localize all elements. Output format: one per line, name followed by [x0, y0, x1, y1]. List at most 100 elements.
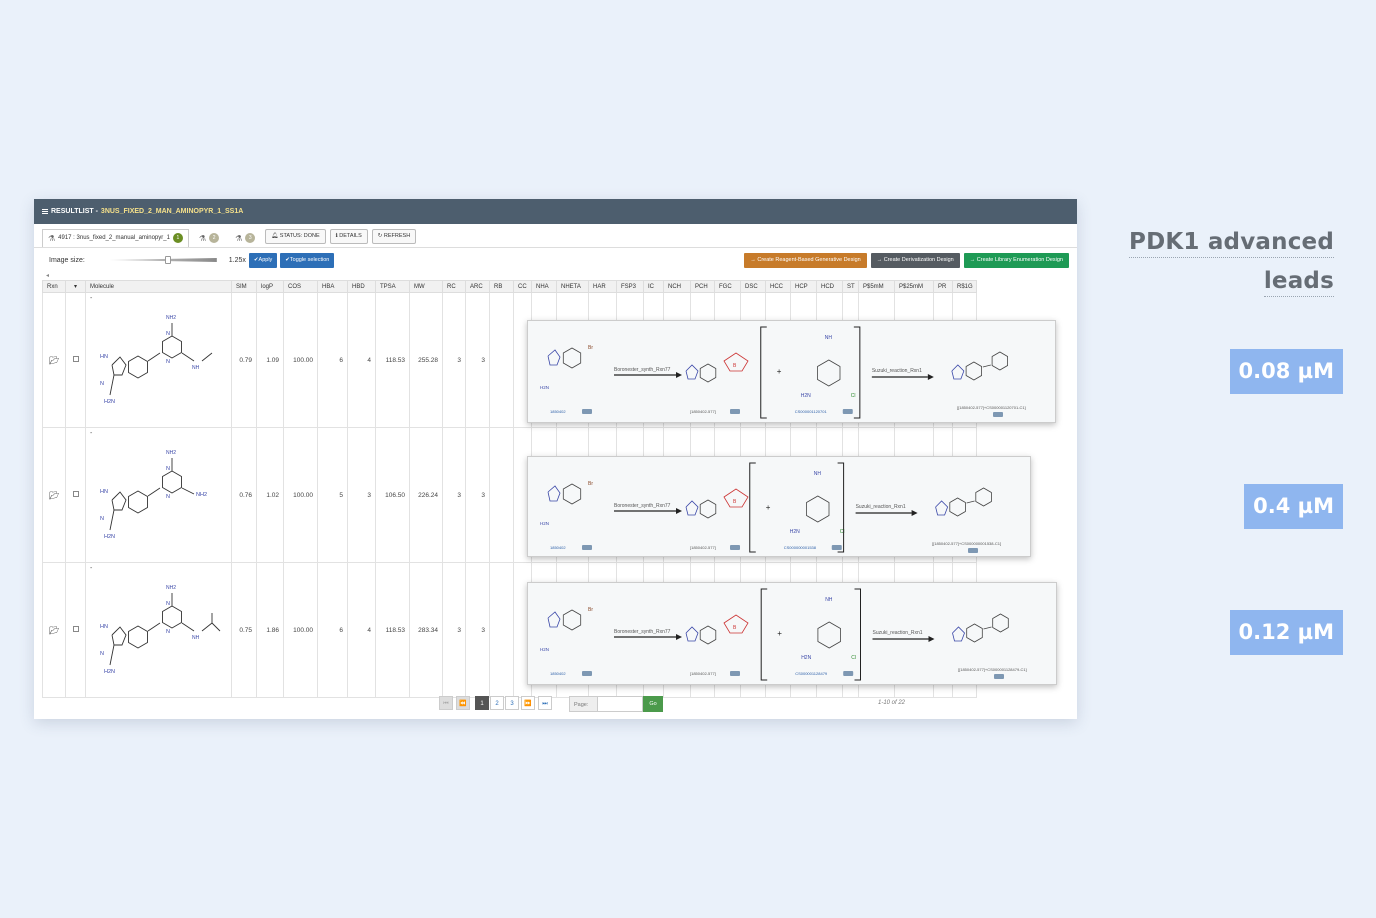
page-2[interactable]: 2: [490, 696, 504, 710]
column-header[interactable]: DSC: [740, 280, 766, 293]
slider-thumb[interactable]: [164, 256, 171, 264]
column-header[interactable]: ARC: [465, 280, 490, 293]
cell-hbd: 4: [347, 562, 376, 698]
cell-tpsa: 118.53: [375, 562, 410, 698]
molecule-drawing: HN N H2N N N NH2 NH: [100, 585, 221, 675]
create-library-design-button[interactable]: → Create Library Enumeration Design: [963, 252, 1069, 268]
structure-tag-icon[interactable]: [994, 674, 1004, 679]
create-reagent-design-button[interactable]: → Create Reagent-Based Generative Design: [744, 252, 867, 268]
refresh-button[interactable]: ↻ REFRESH: [371, 228, 417, 244]
atom-label: NH2: [166, 315, 176, 321]
column-header[interactable]: PCH: [690, 280, 715, 293]
details-button[interactable]: ℹ DETAILS: [329, 228, 368, 244]
structure-tag-icon[interactable]: [582, 545, 592, 550]
structure-tag-icon[interactable]: [582, 671, 592, 676]
column-header[interactable]: PR: [933, 280, 953, 293]
column-header[interactable]: RB: [489, 280, 514, 293]
tab-result-3[interactable]: ⚗ 3: [229, 228, 262, 247]
column-header[interactable]: P$25mM: [894, 280, 934, 293]
cell-sim: 0.79: [231, 292, 257, 428]
page-1[interactable]: 1: [475, 696, 489, 710]
details-label: DETAILS: [339, 233, 362, 239]
structure-tag-icon[interactable]: [831, 545, 842, 550]
apply-button[interactable]: ✔ Apply: [248, 252, 278, 268]
last-page-icon[interactable]: ⏭: [538, 696, 552, 710]
image-size-slider[interactable]: [108, 256, 217, 264]
column-header[interactable]: NCH: [663, 280, 691, 293]
select-all-dropdown-icon[interactable]: ▾: [65, 280, 86, 293]
go-button[interactable]: Go: [643, 696, 663, 712]
column-header[interactable]: HBA: [317, 280, 348, 293]
column-header[interactable]: R$1G: [952, 280, 977, 293]
column-header[interactable]: IC: [643, 280, 664, 293]
reaction-scheme-popup: Br H2N Boronester_synth_Rxn77 B + NH H2N Cl Suzu…: [527, 320, 1056, 423]
column-header[interactable]: NHA: [531, 280, 557, 293]
column-header[interactable]: FSP3: [616, 280, 644, 293]
folder-open-icon[interactable]: 📂︎: [49, 491, 59, 500]
column-header[interactable]: TPSA: [375, 280, 410, 293]
tab-result-2[interactable]: ⚗ 2: [192, 228, 226, 247]
tab-active-result[interactable]: ⚗ 4917 : 3nus_fixed_2_manual_aminopyr_1 …: [42, 228, 189, 247]
atom-label: HN: [100, 354, 108, 360]
folder-open-icon[interactable]: 📂︎: [49, 626, 59, 635]
toggle-selection-button[interactable]: ✔ Toggle selection: [280, 252, 335, 268]
panel-header: RESULTLIST - 3NUS_FIXED_2_MAN_AMINOPYR_1…: [34, 199, 1077, 224]
column-header[interactable]: Rxn: [42, 280, 66, 293]
cell-empty: [489, 292, 514, 428]
column-header[interactable]: P$5mM: [858, 280, 895, 293]
column-header[interactable]: HCC: [765, 280, 791, 293]
structure-tag-icon[interactable]: [582, 409, 592, 414]
column-header[interactable]: MW: [409, 280, 443, 293]
column-header[interactable]: SIM: [231, 280, 257, 293]
column-header[interactable]: FGC: [714, 280, 741, 293]
next-page-icon[interactable]: ⏩: [521, 696, 535, 710]
molecule-drawing: HN N H2N N N NH2 NH2: [100, 450, 207, 540]
structure-tag-icon[interactable]: [843, 671, 854, 676]
column-header[interactable]: HBD: [347, 280, 376, 293]
status-button[interactable]: 🔔︎ STATUS: DONE: [265, 228, 326, 244]
image-size-label: Image size:: [49, 256, 85, 264]
row-checkbox[interactable]: [72, 626, 79, 632]
prev-page-icon[interactable]: ⏪: [456, 696, 470, 710]
structure-tag-icon[interactable]: [730, 545, 740, 550]
atom-label: Boronester_synth_Rxn77: [614, 629, 671, 635]
column-header[interactable]: NHETA: [556, 280, 589, 293]
column-header[interactable]: HAR: [588, 280, 617, 293]
column-header[interactable]: logP: [256, 280, 284, 293]
column-header[interactable]: HCD: [816, 280, 843, 293]
atom-label: Br: [588, 345, 593, 351]
list-icon: [42, 209, 48, 214]
cell-cos: 100.00: [283, 562, 318, 698]
folder-open-icon[interactable]: 📂︎: [49, 356, 59, 365]
structure-tag-icon[interactable]: [730, 671, 740, 676]
atom-label: HN: [100, 489, 108, 495]
row-checkbox[interactable]: [72, 356, 79, 362]
row-checkbox[interactable]: [72, 491, 79, 497]
scroll-left-icon[interactable]: ◂: [34, 272, 1077, 280]
column-header[interactable]: COS: [283, 280, 318, 293]
structure-tag-icon[interactable]: [842, 409, 853, 414]
page-3[interactable]: 3: [505, 696, 519, 710]
table-header: Rxn ▾ Molecule SIM logP COS HBA HBD TPSA MW RC ARC R…: [42, 280, 977, 293]
column-header[interactable]: Molecule: [85, 280, 232, 293]
column-header[interactable]: RC: [442, 280, 466, 293]
atom-label: NH2: [166, 450, 176, 456]
cell-hbd: 3: [347, 427, 376, 563]
page-input[interactable]: [597, 697, 642, 711]
structure-tag-icon[interactable]: [968, 548, 978, 553]
atom-label: NH: [192, 635, 200, 641]
first-page-icon[interactable]: ⏮: [439, 696, 453, 710]
atom-label: Cl: [851, 393, 856, 399]
create-derivatization-design-button[interactable]: → Create Derivatization Design: [870, 252, 960, 268]
structure-tag-icon[interactable]: [730, 409, 740, 414]
atom-label: N: [166, 629, 170, 635]
cell-tpsa: 106.50: [375, 427, 410, 563]
result-range: 1-10 of 22: [878, 700, 906, 706]
column-header[interactable]: ST: [842, 280, 859, 293]
column-header[interactable]: HCP: [790, 280, 817, 293]
structure-tag-icon[interactable]: [993, 412, 1003, 417]
atom-label: N: [100, 381, 104, 387]
reaction-drawing: Br H2N Boronester_synth_Rxn77 B + NH H2N Cl Suzu…: [540, 588, 1027, 681]
cell-mw: 255.28: [409, 292, 443, 428]
column-header[interactable]: CC: [513, 280, 532, 293]
